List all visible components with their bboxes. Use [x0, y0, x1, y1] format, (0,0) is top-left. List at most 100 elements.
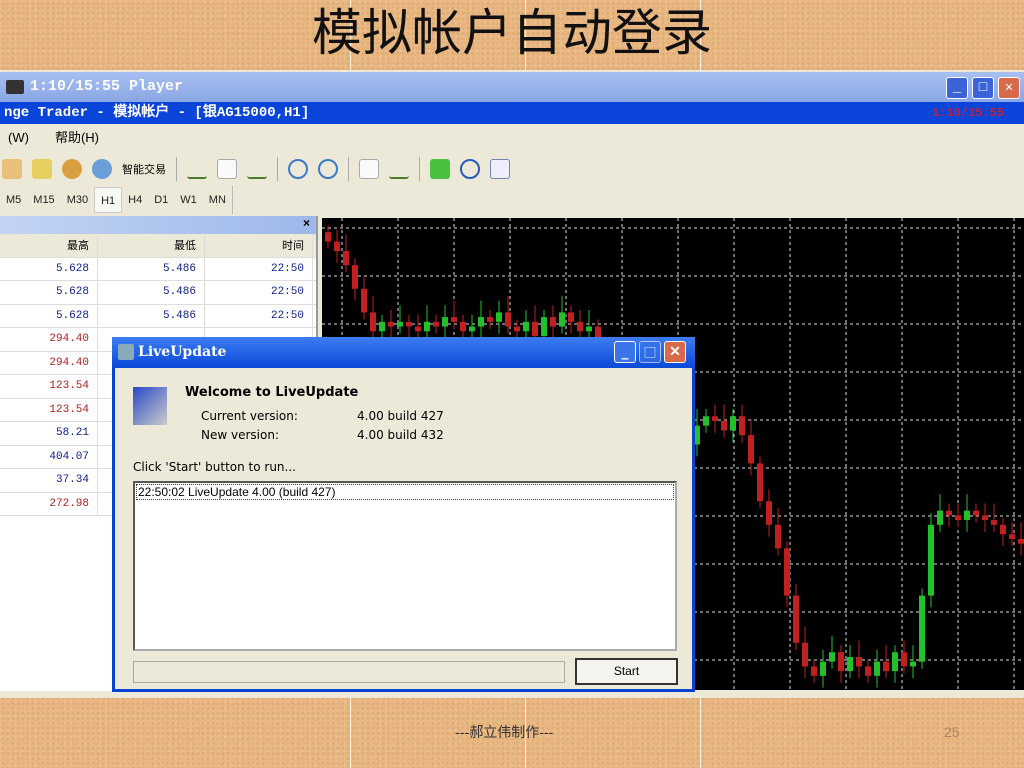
candle-body	[352, 265, 358, 289]
candle-body	[955, 515, 961, 521]
dialog-heading: Welcome to LiveUpdate	[185, 385, 359, 400]
menu-window[interactable]: (W)	[8, 130, 29, 145]
candle-body	[478, 317, 484, 327]
candle-body	[397, 321, 403, 327]
candle-body	[973, 510, 979, 516]
candle-body	[991, 520, 997, 525]
periods-icon[interactable]	[460, 159, 480, 179]
candle-body	[721, 420, 727, 431]
separator	[277, 157, 278, 181]
candle-body	[550, 317, 556, 327]
candle-body	[451, 317, 457, 322]
candle-body	[568, 312, 574, 322]
dialog-titlebar: LiveUpdate _ □ ✕	[112, 337, 695, 368]
candle-body	[910, 661, 916, 667]
candle-body	[982, 515, 988, 521]
table-header: 最高 最低 时间	[0, 234, 316, 258]
candle-body	[739, 416, 745, 436]
candle-body	[424, 321, 430, 332]
table-row[interactable]: 5.628 5.486 22:50	[0, 281, 316, 305]
candle-body	[748, 435, 754, 464]
cell-low: 5.486	[98, 257, 205, 280]
cell-low: 5.486	[98, 281, 205, 304]
candle-body	[892, 652, 898, 672]
zoom-in-icon[interactable]	[288, 159, 308, 179]
timeframe-d1[interactable]: D1	[148, 187, 174, 213]
close-icon[interactable]: ×	[303, 216, 310, 230]
candle-body	[829, 652, 835, 662]
candle-body	[1000, 524, 1006, 535]
candle-body	[559, 312, 565, 327]
candle-body	[865, 666, 871, 676]
panel-header: ×	[0, 216, 316, 234]
cell-high: 37.34	[0, 469, 98, 492]
candle-body	[802, 642, 808, 667]
minimize-button[interactable]: _	[946, 77, 968, 99]
candle-body	[586, 326, 592, 332]
timeframe-m30[interactable]: M30	[61, 187, 94, 213]
templates-icon[interactable]	[490, 159, 510, 179]
bar-chart-icon[interactable]	[187, 159, 207, 179]
menu-help[interactable]: 帮助(H)	[55, 130, 99, 145]
zoom-out-icon[interactable]	[318, 159, 338, 179]
player-title: 1:10/15:55 Player	[30, 78, 184, 95]
timeframe-mn[interactable]: MN	[203, 187, 232, 213]
indicators-icon[interactable]	[430, 159, 450, 179]
cell-high: 58.21	[0, 422, 98, 445]
log-entry[interactable]: 22:50:02 LiveUpdate 4.00 (build 427)	[136, 484, 674, 500]
candle-body	[460, 321, 466, 332]
slide-footer: ---郝立伟制作---	[455, 725, 554, 741]
column-time[interactable]: 时间	[205, 234, 313, 257]
dialog-maximize-button: □	[639, 341, 661, 363]
start-button[interactable]: Start	[575, 658, 678, 685]
candle-body	[433, 321, 439, 327]
app-titlebar: nge Trader - 模拟帐户 - [银AG15000,H1] 1:10/1…	[0, 102, 1024, 124]
candle-body	[820, 661, 826, 676]
cell-high: 272.98	[0, 492, 98, 515]
clock-text: 1:10/15:55	[931, 106, 1004, 120]
cell-high: 294.40	[0, 328, 98, 351]
table-row[interactable]: 5.628 5.486 22:50	[0, 304, 316, 328]
chart-shift-icon[interactable]	[389, 159, 409, 179]
close-button[interactable]: ✕	[998, 77, 1020, 99]
autoscroll-icon[interactable]	[359, 159, 379, 179]
cell-high: 5.628	[0, 304, 98, 327]
file-icon[interactable]	[32, 159, 52, 179]
candle-body	[874, 661, 880, 676]
candlestick-icon[interactable]	[217, 159, 237, 179]
candle-body	[784, 548, 790, 596]
cell-time: 22:50	[205, 304, 313, 327]
print-icon[interactable]	[2, 159, 22, 179]
column-low[interactable]: 最低	[98, 234, 205, 257]
candle-body	[811, 666, 817, 676]
timeframe-w1[interactable]: W1	[174, 187, 203, 213]
dialog-minimize-button[interactable]: _	[614, 341, 636, 363]
candle-body	[883, 661, 889, 672]
timeframe-m15[interactable]: M15	[27, 187, 60, 213]
expert-icon[interactable]	[92, 159, 112, 179]
timeframe-m5[interactable]: M5	[0, 187, 27, 213]
candle-body	[856, 656, 862, 667]
cell-high: 404.07	[0, 445, 98, 468]
screenshot: 1:10/15:55 Player _ □ ✕ nge Trader - 模拟帐…	[0, 70, 1024, 698]
table-row[interactable]: 5.628 5.486 22:50	[0, 257, 316, 281]
log-list[interactable]: 22:50:02 LiveUpdate 4.00 (build 427)	[133, 481, 677, 651]
line-chart-icon[interactable]	[247, 159, 267, 179]
candle-body	[946, 510, 952, 516]
timeframe-h4[interactable]: H4	[122, 187, 148, 213]
expert-advisors-button[interactable]: 智能交易	[122, 161, 166, 177]
maximize-button[interactable]: □	[972, 77, 994, 99]
current-version-value: 4.00 build 427	[357, 409, 444, 423]
timeframe-h1[interactable]: H1	[94, 187, 123, 213]
liveupdate-dialog: LiveUpdate _ □ ✕ Welcome to LiveUpdate C…	[112, 337, 695, 692]
candle-body	[901, 652, 907, 667]
page-number: 25	[944, 724, 960, 740]
candle-body	[496, 312, 502, 322]
column-high[interactable]: 最高	[0, 234, 98, 257]
candle-body	[577, 321, 583, 332]
users-icon[interactable]	[62, 159, 82, 179]
candle-body	[388, 321, 394, 327]
dialog-close-button[interactable]: ✕	[664, 341, 686, 363]
candle-body	[532, 321, 538, 336]
candle-body	[361, 288, 367, 313]
